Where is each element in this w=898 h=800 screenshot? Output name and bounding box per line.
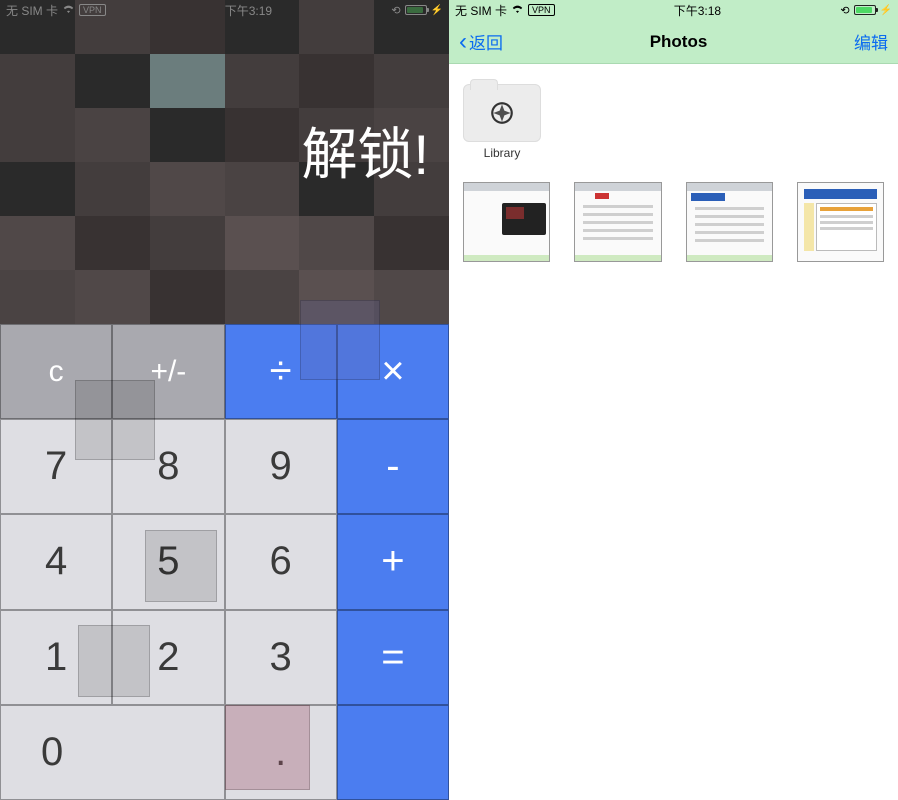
rotation-lock-icon: ⟲ [391, 4, 400, 17]
carrier-text: 无 SIM 卡 [6, 2, 58, 19]
key-1[interactable]: 1 [0, 610, 112, 705]
wifi-icon [511, 3, 524, 17]
key-0[interactable]: 0 [0, 705, 225, 800]
nav-title: Photos [650, 32, 708, 52]
vpn-indicator: VPN [79, 4, 106, 16]
thumbnail-2[interactable] [574, 182, 661, 262]
key-5[interactable]: 5 [112, 514, 224, 609]
status-time: 下午3:18 [674, 2, 721, 19]
folder-icon [463, 84, 541, 142]
unlock-message: 解锁! [301, 110, 429, 191]
carrier-text: 无 SIM 卡 [455, 2, 507, 19]
vpn-indicator: VPN [528, 4, 555, 16]
key-7[interactable]: 7 [0, 419, 112, 514]
thumbnail-3[interactable] [686, 182, 773, 262]
key-4[interactable]: 4 [0, 514, 112, 609]
library-folder[interactable]: Library [463, 84, 541, 160]
key-6[interactable]: 6 [225, 514, 337, 609]
status-bar: 无 SIM 卡 VPN 下午3:19 ⟲ ⚡ [0, 0, 449, 20]
right-phone-screen: 无 SIM 卡 VPN 下午3:18 ⟲ ⚡ ‹ 返回 Photos 编辑 [449, 0, 898, 800]
left-phone-screen: 无 SIM 卡 VPN 下午3:19 ⟲ ⚡ 解锁! c +/- ÷ × 7 8… [0, 0, 449, 800]
key-3[interactable]: 3 [225, 610, 337, 705]
nav-bar: ‹ 返回 Photos 编辑 [449, 20, 898, 64]
divide-key[interactable]: ÷ [225, 324, 337, 419]
plus-key[interactable]: + [337, 514, 449, 609]
multiply-key[interactable]: × [337, 324, 449, 419]
key-dot[interactable]: . [225, 705, 337, 800]
photos-content: Library [449, 64, 898, 800]
plus-minus-key[interactable]: +/- [112, 324, 224, 419]
rotation-lock-icon: ⟲ [840, 4, 849, 17]
back-button[interactable]: ‹ 返回 [459, 29, 503, 54]
wifi-icon [62, 3, 75, 17]
charging-icon: ⚡ [880, 5, 892, 16]
key-8[interactable]: 8 [112, 419, 224, 514]
equals-key[interactable]: = [337, 610, 449, 705]
clear-key[interactable]: c [0, 324, 112, 419]
battery-icon [854, 5, 876, 15]
equals-key-extra[interactable] [337, 705, 449, 800]
charging-icon: ⚡ [431, 5, 443, 16]
status-time: 下午3:19 [225, 2, 272, 19]
minus-key[interactable]: - [337, 419, 449, 514]
key-2[interactable]: 2 [112, 610, 224, 705]
chevron-left-icon: ‹ [459, 30, 467, 54]
status-bar: 无 SIM 卡 VPN 下午3:18 ⟲ ⚡ [449, 0, 898, 20]
thumbnail-1[interactable] [463, 182, 550, 262]
thumbnail-4[interactable] [797, 182, 884, 262]
key-9[interactable]: 9 [225, 419, 337, 514]
back-label: 返回 [469, 29, 503, 54]
folder-label: Library [463, 146, 541, 160]
calculator-keypad: c +/- ÷ × 7 8 9 - 4 5 6 + 1 2 3 = 0 . [0, 324, 449, 800]
aperture-icon [489, 100, 515, 126]
edit-button[interactable]: 编辑 [854, 29, 888, 54]
thumbnail-row [463, 182, 884, 262]
battery-icon [405, 5, 427, 15]
